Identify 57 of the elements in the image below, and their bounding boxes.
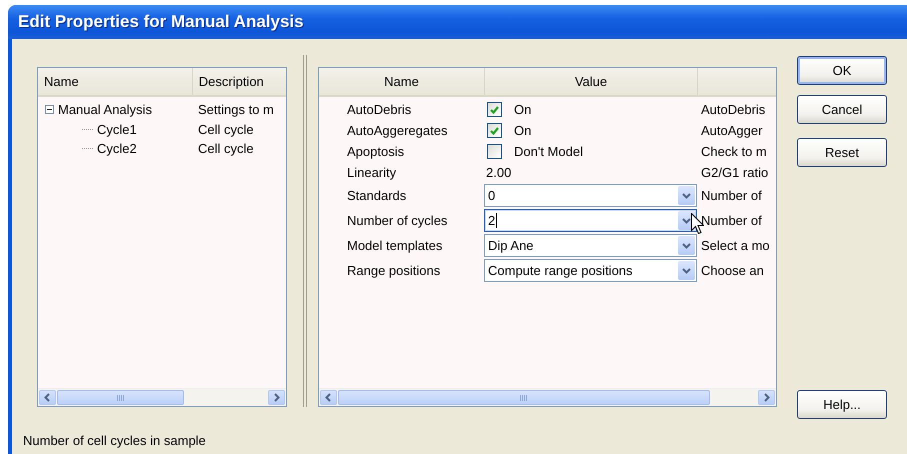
tree-item[interactable]: Cycle1 — [97, 122, 137, 137]
property-description: G2/G1 ratio — [700, 165, 770, 180]
property-description: Select a mo — [700, 238, 771, 253]
window-title: Edit Properties for Manual Analysis — [18, 12, 304, 32]
status-text: Number of cell cycles in sample — [23, 433, 206, 448]
combo-box[interactable]: Compute range positions — [484, 259, 697, 282]
scrollbar-thumb[interactable] — [338, 390, 710, 405]
dialog-button[interactable]: OK — [797, 56, 887, 85]
help-button[interactable]: Help... — [797, 390, 887, 419]
tree-item[interactable]: Cycle2 — [97, 141, 137, 156]
property-name: Standards — [346, 188, 408, 203]
chevron-right-icon — [273, 393, 280, 402]
mouse-pointer-icon — [691, 213, 704, 234]
property-description: Check to m — [700, 144, 768, 159]
scrollbar-thumb[interactable] — [57, 390, 184, 405]
combo-box[interactable]: Dip Ane — [484, 234, 697, 257]
property-name: AutoAggeregates — [346, 123, 448, 138]
checkbox-label: Don't Model — [514, 144, 583, 159]
chevron-right-icon — [763, 393, 770, 402]
combo-box[interactable]: 2 — [484, 209, 697, 232]
combo-box[interactable]: 0 — [484, 184, 697, 207]
description-text: Cell cycle — [197, 122, 254, 137]
collapse-icon[interactable] — [45, 105, 54, 114]
column-header[interactable]: Name — [38, 68, 192, 95]
checkbox[interactable] — [487, 123, 502, 138]
scroll-right-button[interactable] — [268, 390, 285, 405]
property-description: Number of — [700, 213, 763, 228]
checkmark-icon — [490, 106, 499, 114]
dialog-button[interactable]: Reset — [797, 138, 887, 167]
property-name: Linearity — [346, 165, 398, 180]
property-value: 2.00 — [485, 165, 512, 180]
property-name: Model templates — [346, 238, 444, 253]
checkbox[interactable] — [487, 102, 502, 117]
checkbox-label: On — [514, 102, 532, 117]
property-name: Range positions — [346, 263, 442, 278]
dialog-button[interactable]: Cancel — [797, 95, 887, 124]
checkbox[interactable] — [487, 144, 502, 159]
property-name: Number of cycles — [346, 213, 448, 228]
property-description: Number of — [700, 188, 763, 203]
column-header[interactable]: Description — [192, 68, 286, 95]
chevron-left-icon — [325, 393, 332, 402]
property-description: AutoDebris — [700, 102, 766, 117]
checkbox-label: On — [514, 123, 532, 138]
scroll-left-button[interactable] — [320, 390, 337, 405]
property-description: AutoAgger — [700, 123, 764, 138]
description-text: Settings to m — [197, 102, 274, 118]
column-header[interactable]: Name — [319, 68, 484, 95]
chevron-left-icon — [44, 393, 51, 402]
scroll-left-button[interactable] — [39, 390, 56, 405]
property-name: Apoptosis — [346, 144, 406, 159]
property-name: AutoDebris — [346, 102, 412, 117]
tree-item[interactable]: Manual Analysis — [58, 102, 152, 118]
description-text: Cell cycle — [197, 141, 254, 156]
column-header[interactable]: Value — [484, 68, 697, 95]
checkmark-icon — [490, 126, 499, 134]
scroll-right-button[interactable] — [758, 390, 775, 405]
property-description: Choose an — [700, 263, 765, 278]
